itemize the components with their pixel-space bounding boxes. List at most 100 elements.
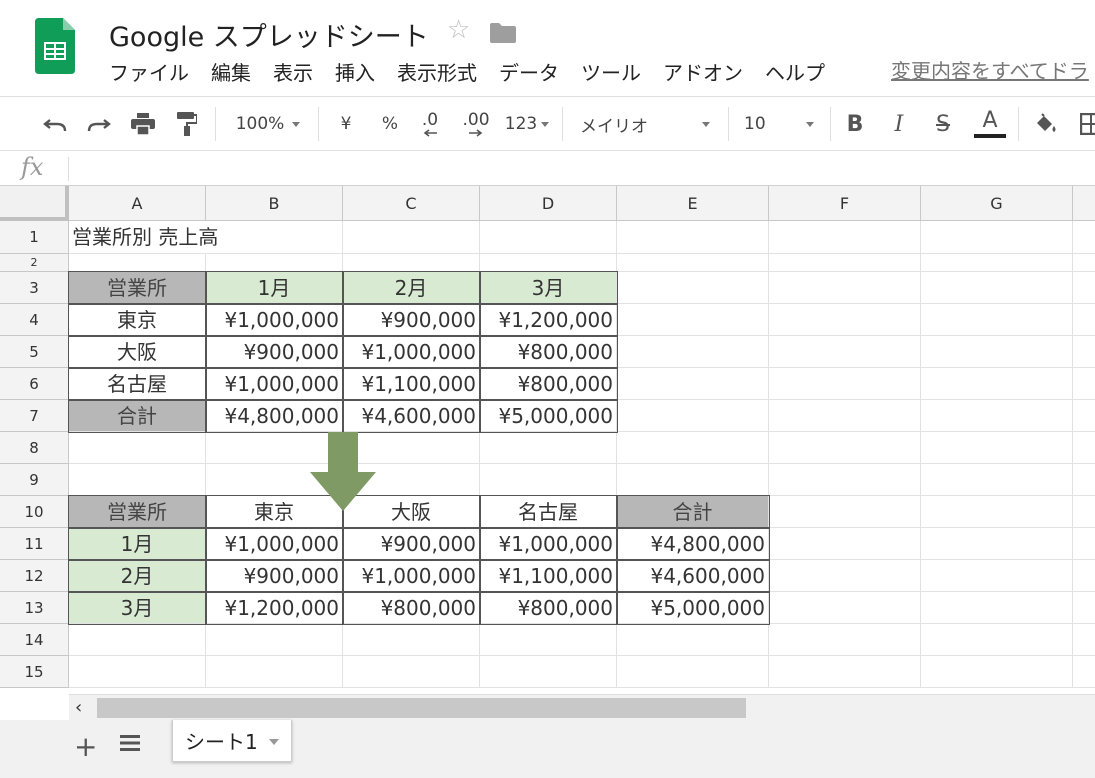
empty-cell[interactable] xyxy=(617,336,769,368)
column-header-partial[interactable] xyxy=(1073,186,1095,221)
save-status-link[interactable]: 変更内容をすべてドラ xyxy=(891,56,1089,86)
decrease-decimal-button[interactable]: .0 xyxy=(414,97,446,151)
empty-cell[interactable] xyxy=(769,221,921,254)
table1-value-cell[interactable]: ¥1,100,000 xyxy=(343,368,480,400)
table2-value-cell[interactable]: ¥4,800,000 xyxy=(617,528,769,560)
table1-value-cell[interactable]: ¥800,000 xyxy=(480,336,617,368)
table1-value-cell[interactable]: ¥800,000 xyxy=(480,368,617,400)
table2-value-cell[interactable]: ¥1,000,000 xyxy=(343,560,480,592)
row-header-12[interactable]: 12 xyxy=(0,560,69,592)
borders-button[interactable] xyxy=(1076,97,1095,151)
empty-cell[interactable] xyxy=(480,221,617,254)
menu-data[interactable]: データ xyxy=(499,58,559,88)
empty-cell[interactable] xyxy=(769,560,921,592)
empty-cell[interactable] xyxy=(921,272,1073,304)
empty-cell[interactable] xyxy=(921,656,1073,688)
zoom-select[interactable]: 100% xyxy=(228,97,308,151)
empty-cell[interactable] xyxy=(480,464,617,496)
percent-format-button[interactable]: % xyxy=(376,97,404,151)
empty-cell[interactable] xyxy=(69,656,206,688)
empty-cell[interactable] xyxy=(343,624,480,656)
font-size-select[interactable]: 10 xyxy=(736,97,822,151)
row-header-1[interactable]: 1 xyxy=(0,221,69,254)
empty-cell[interactable] xyxy=(921,336,1073,368)
table2-value-cell[interactable]: ¥5,000,000 xyxy=(617,592,769,624)
empty-cell[interactable] xyxy=(617,272,769,304)
empty-cell[interactable] xyxy=(343,656,480,688)
table2-header-cell[interactable]: 名古屋 xyxy=(480,496,617,528)
empty-cell[interactable] xyxy=(206,624,343,656)
chevron-down-icon[interactable] xyxy=(269,739,279,745)
horizontal-scrollbar[interactable]: ‹ xyxy=(69,694,1095,720)
row-header-15[interactable]: 15 xyxy=(0,656,69,688)
empty-cell[interactable] xyxy=(69,624,206,656)
empty-cell[interactable] xyxy=(769,304,921,336)
row-header-7[interactable]: 7 xyxy=(0,400,69,432)
empty-cell[interactable] xyxy=(769,656,921,688)
empty-cell[interactable] xyxy=(69,464,206,496)
row-header-9[interactable]: 9 xyxy=(0,464,69,496)
empty-cell[interactable] xyxy=(69,432,206,464)
column-header-b[interactable]: B xyxy=(206,186,343,221)
empty-cell[interactable] xyxy=(921,624,1073,656)
italic-button[interactable]: I xyxy=(884,97,914,151)
row-header-8[interactable]: 8 xyxy=(0,432,69,464)
menu-help[interactable]: ヘルプ xyxy=(765,58,825,88)
column-header-f[interactable]: F xyxy=(769,186,921,221)
row-header-13[interactable]: 13 xyxy=(0,592,69,624)
empty-cell[interactable] xyxy=(617,304,769,336)
table1-header-cell[interactable]: 3月 xyxy=(480,272,617,304)
row-header-4[interactable]: 4 xyxy=(0,304,69,336)
menu-format[interactable]: 表示形式 xyxy=(397,58,477,88)
empty-cell[interactable] xyxy=(769,432,921,464)
table2-value-cell[interactable]: ¥1,100,000 xyxy=(480,560,617,592)
empty-cell[interactable] xyxy=(617,432,769,464)
row-header-11[interactable]: 11 xyxy=(0,528,69,560)
undo-button[interactable] xyxy=(40,97,70,151)
table2-header-cell[interactable]: 営業所 xyxy=(69,496,206,528)
empty-cell[interactable] xyxy=(921,432,1073,464)
table1-value-cell[interactable]: ¥900,000 xyxy=(206,336,343,368)
strikethrough-button[interactable]: S xyxy=(928,97,958,151)
empty-cell[interactable] xyxy=(921,592,1073,624)
table1-value-cell[interactable]: ¥900,000 xyxy=(343,304,480,336)
empty-cell[interactable] xyxy=(343,221,480,254)
menu-insert[interactable]: 挿入 xyxy=(335,58,375,88)
print-button[interactable] xyxy=(128,97,158,151)
column-header-a[interactable]: A xyxy=(69,186,206,221)
empty-cell[interactable] xyxy=(69,254,206,272)
empty-cell[interactable] xyxy=(480,624,617,656)
redo-button[interactable] xyxy=(84,97,114,151)
increase-decimal-button[interactable]: .00 xyxy=(456,97,496,151)
column-header-g[interactable]: G xyxy=(921,186,1073,221)
table2-value-cell[interactable]: ¥800,000 xyxy=(480,592,617,624)
empty-cell[interactable] xyxy=(617,624,769,656)
table2-row-label[interactable]: 3月 xyxy=(69,592,206,624)
table1-value-cell[interactable]: ¥4,800,000 xyxy=(206,400,343,432)
empty-cell[interactable] xyxy=(480,432,617,464)
text-color-button[interactable]: A xyxy=(972,97,1008,151)
document-title[interactable]: Google スプレッドシート xyxy=(109,15,429,54)
table1-value-cell[interactable]: ¥1,200,000 xyxy=(480,304,617,336)
table1-header-cell[interactable]: 2月 xyxy=(343,272,480,304)
empty-cell[interactable] xyxy=(921,528,1073,560)
empty-cell[interactable] xyxy=(617,221,769,254)
empty-cell[interactable] xyxy=(1073,528,1095,560)
empty-cell[interactable] xyxy=(1073,432,1095,464)
empty-cell[interactable] xyxy=(769,624,921,656)
empty-cell[interactable] xyxy=(921,221,1073,254)
empty-cell[interactable] xyxy=(769,254,921,272)
empty-cell[interactable] xyxy=(921,400,1073,432)
empty-cell[interactable] xyxy=(1073,656,1095,688)
empty-cell[interactable] xyxy=(1073,560,1095,592)
table1-header-cell[interactable]: 1月 xyxy=(206,272,343,304)
table2-header-cell[interactable]: 合計 xyxy=(617,496,769,528)
empty-cell[interactable] xyxy=(1073,304,1095,336)
empty-cell[interactable] xyxy=(1073,624,1095,656)
font-family-select[interactable]: メイリオ xyxy=(570,97,720,151)
table2-value-cell[interactable]: ¥800,000 xyxy=(343,592,480,624)
empty-cell[interactable] xyxy=(769,272,921,304)
table1-row-label[interactable]: 名古屋 xyxy=(69,368,206,400)
add-sheet-button[interactable]: + xyxy=(74,730,97,763)
empty-cell[interactable] xyxy=(921,464,1073,496)
